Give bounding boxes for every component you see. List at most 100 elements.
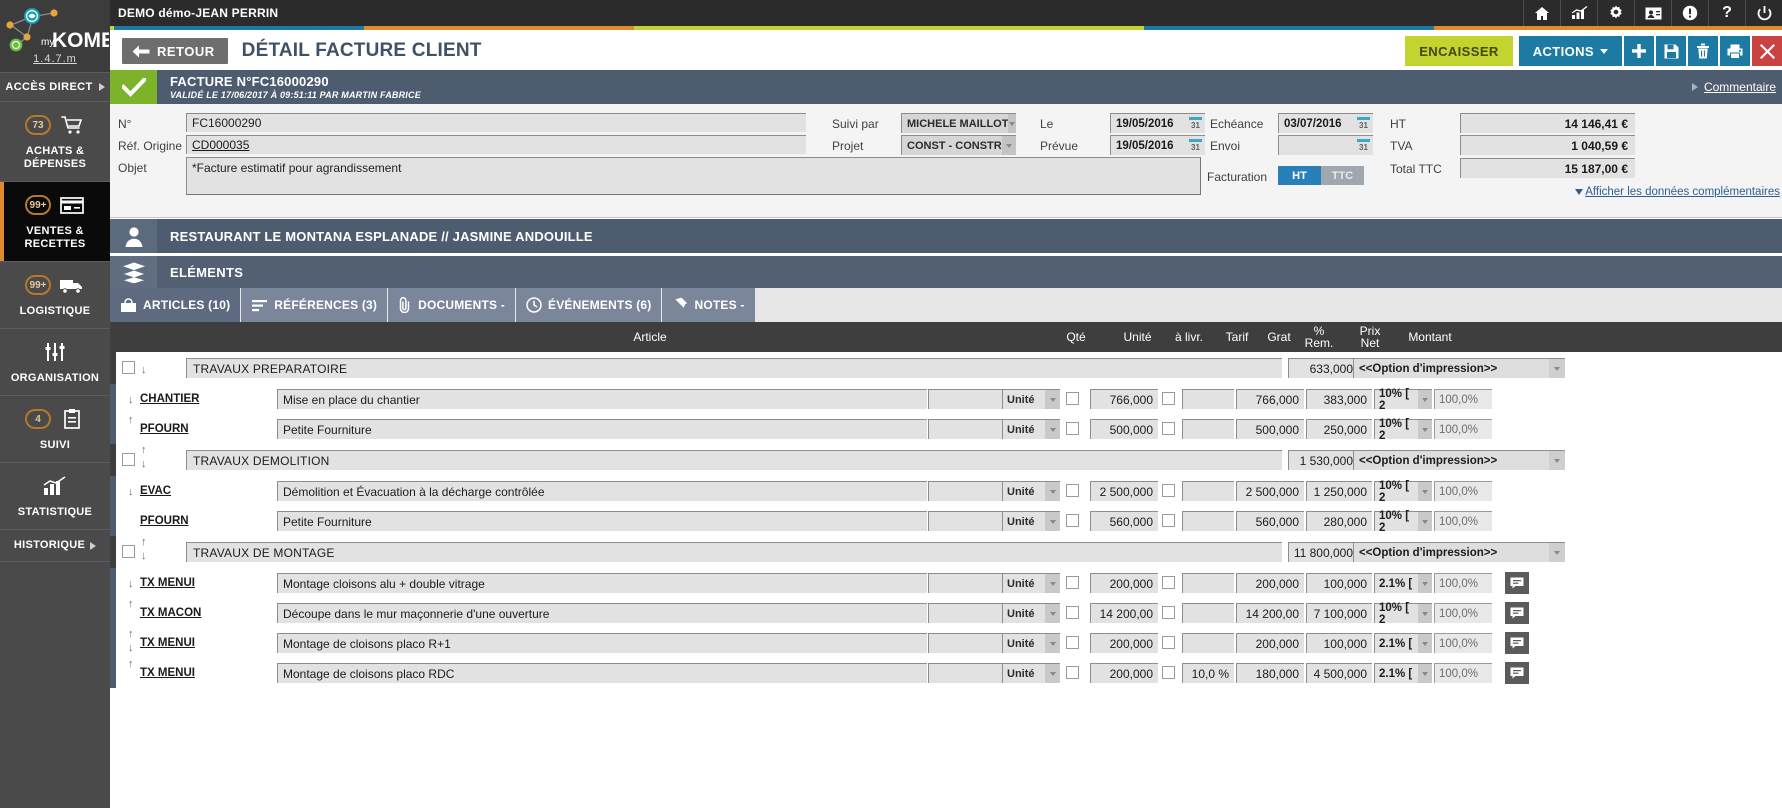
table-row[interactable]: ↑ TX MENUI Montage de cloisons placo RDC… (110, 658, 1782, 688)
comment-icon[interactable] (1505, 572, 1529, 594)
add-button[interactable] (1624, 36, 1654, 66)
table-row[interactable]: ↑ ↓ TRAVAUX DEMOLITION 1 530,000 <<Optio… (110, 444, 1782, 476)
row-checkbox[interactable] (122, 453, 135, 466)
article-tarif[interactable]: 200,000 (1090, 633, 1158, 653)
objet-textarea[interactable]: *Facture estimatif pour agrandissement (186, 157, 1201, 195)
move-up-icon[interactable]: ↑ (141, 445, 147, 456)
actions-button[interactable]: ACTIONS (1518, 36, 1622, 66)
table-row[interactable]: ↑ TX MACON Découpe dans le mur maçonneri… (110, 598, 1782, 628)
article-unite[interactable]: Unité (1002, 663, 1060, 683)
article-pct[interactable]: 100,0% (1434, 663, 1492, 683)
article-code[interactable]: TX MENUI (140, 577, 195, 589)
article-pct[interactable]: 100,0% (1434, 389, 1492, 409)
article-a-livrer-checkbox[interactable] (1066, 514, 1079, 527)
article-unite[interactable]: Unité (1002, 389, 1060, 409)
article-unite[interactable]: Unité (1002, 511, 1060, 531)
brand-logo[interactable]: my KOMELA 1.4.7.m (0, 0, 110, 72)
projet-select[interactable]: CONST - CONSTR (901, 135, 1016, 155)
move-up-icon[interactable]: ↑ (141, 537, 147, 548)
article-remise[interactable] (1182, 481, 1234, 501)
article-unite[interactable]: Unité (1002, 481, 1060, 501)
article-pct[interactable]: 100,0% (1434, 633, 1492, 653)
article-prix-net[interactable]: 560,000 (1236, 511, 1304, 531)
article-a-livrer-checkbox[interactable] (1066, 576, 1079, 589)
article-remise[interactable] (1182, 573, 1234, 593)
suivi-par-select[interactable]: MICHELE MAILLOT (901, 113, 1016, 133)
article-prix-net[interactable]: 14 200,00 (1236, 603, 1304, 623)
col-montant[interactable]: Montant (1398, 322, 1462, 352)
article-label[interactable]: Mise en place du chantier (277, 389, 927, 409)
help-icon[interactable]: ? (1708, 0, 1745, 26)
sidebar-item-achats[interactable]: 73 ACHATS & DÉPENSES (0, 102, 110, 182)
move-down-icon[interactable]: ↓ (141, 459, 147, 470)
row-checkbox[interactable] (122, 361, 135, 374)
article-tarif[interactable]: 14 200,00 (1090, 603, 1158, 623)
calendar-icon[interactable]: 31 (1354, 114, 1373, 133)
article-pct[interactable]: 100,0% (1434, 573, 1492, 593)
article-tarif[interactable]: 560,000 (1090, 511, 1158, 531)
table-row[interactable]: ↑ ↓ TX MENUI Montage de cloisons placo R… (110, 628, 1782, 658)
article-remise[interactable] (1182, 419, 1234, 439)
tab-references[interactable]: RÉFÉRENCES (3) (241, 288, 389, 322)
table-row[interactable]: ↓ EVAC Démolition et Évacuation à la déc… (110, 476, 1782, 506)
article-remise[interactable] (1182, 633, 1234, 653)
comment-icon[interactable] (1505, 632, 1529, 654)
article-grat-checkbox[interactable] (1162, 514, 1175, 527)
article-tva-select[interactable]: 10% [ 2 (1374, 480, 1432, 504)
article-label[interactable]: Montage cloisons alu + double vitrage (277, 573, 927, 593)
article-montant[interactable]: 250,000 (1306, 419, 1372, 439)
article-tarif[interactable]: 2 500,000 (1090, 481, 1158, 501)
group-print-option[interactable]: <<Option d'impression>> (1353, 542, 1565, 562)
contact-icon[interactable] (1634, 0, 1671, 26)
le-date-field[interactable]: 19/05/2016 31 (1110, 113, 1205, 133)
tab-documents[interactable]: DOCUMENTS - (388, 288, 516, 322)
article-grat-checkbox[interactable] (1162, 636, 1175, 649)
move-down-icon[interactable]: ↓ (128, 643, 134, 654)
article-prix-net[interactable]: 200,000 (1236, 573, 1304, 593)
article-tarif[interactable]: 200,000 (1090, 663, 1158, 683)
article-prix-net[interactable]: 500,000 (1236, 419, 1304, 439)
article-label[interactable]: Découpe dans le mur maçonnerie d'une ouv… (277, 603, 927, 623)
article-prix-net[interactable]: 180,000 (1236, 663, 1304, 683)
ref-origine-input[interactable] (186, 135, 806, 154)
gear-icon[interactable] (1597, 0, 1634, 26)
article-pct[interactable]: 100,0% (1434, 419, 1492, 439)
article-remise[interactable] (1182, 389, 1234, 409)
article-grat-checkbox[interactable] (1162, 392, 1175, 405)
article-tva-select[interactable]: 10% [ 2 (1374, 510, 1432, 534)
move-up-icon[interactable]: ↑ (128, 415, 134, 426)
article-montant[interactable]: 383,000 (1306, 389, 1372, 409)
sidebar-item-statistique[interactable]: STATISTIQUE (0, 463, 110, 530)
row-checkbox[interactable] (122, 545, 135, 558)
article-grat-checkbox[interactable] (1162, 666, 1175, 679)
article-tva-select[interactable]: 10% [ 2 (1374, 418, 1432, 442)
article-unite[interactable]: Unité (1002, 419, 1060, 439)
power-icon[interactable] (1745, 0, 1782, 26)
table-row[interactable]: ↑ ↓ TRAVAUX DE MONTAGE 11 800,000 <<Opti… (110, 536, 1782, 568)
tab-evenements[interactable]: ÉVÉNEMENTS (6) (515, 288, 663, 322)
sidebar-acces-direct[interactable]: ACCÈS DIRECT (0, 72, 110, 102)
delete-button[interactable] (1688, 36, 1718, 66)
comment-icon[interactable] (1505, 602, 1529, 624)
article-montant[interactable]: 100,000 (1306, 573, 1372, 593)
table-row[interactable]: ↓ TRAVAUX PREPARATOIRE 633,000 <<Option … (110, 352, 1782, 384)
article-code[interactable]: TX MACON (140, 607, 201, 619)
sidebar-item-suivi[interactable]: 4 SUIVI (0, 396, 110, 463)
col-prix-net[interactable]: Prix Net (1344, 322, 1396, 352)
col-article[interactable]: Article (540, 322, 760, 352)
article-tva-select[interactable]: 10% [ 2 (1374, 602, 1432, 626)
article-montant[interactable]: 4 500,000 (1306, 663, 1372, 683)
article-code[interactable]: CHANTIER (140, 393, 199, 405)
article-label[interactable]: Petite Fourniture (277, 511, 927, 531)
sidebar-item-ventes[interactable]: 99+ VENTES & RECETTES (0, 182, 110, 262)
move-up-icon[interactable]: ↑ (128, 629, 134, 640)
col-qte[interactable]: Qté (1045, 322, 1107, 352)
article-a-livrer-checkbox[interactable] (1066, 484, 1079, 497)
article-pct[interactable]: 100,0% (1434, 511, 1492, 531)
article-grat-checkbox[interactable] (1162, 422, 1175, 435)
article-label[interactable]: Montage de cloisons placo RDC (277, 663, 927, 683)
move-down-icon[interactable]: ↓ (128, 579, 134, 590)
article-grat-checkbox[interactable] (1162, 606, 1175, 619)
article-remise[interactable] (1182, 603, 1234, 623)
article-a-livrer-checkbox[interactable] (1066, 422, 1079, 435)
